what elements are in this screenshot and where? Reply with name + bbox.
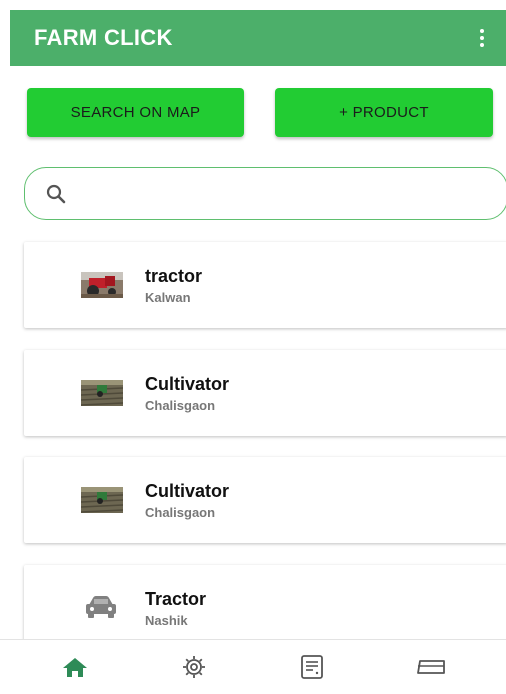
nav-tickets[interactable] (411, 647, 451, 687)
item-location: Chalisgaon (145, 398, 216, 413)
search-on-map-button[interactable]: SEARCH ON MAP (27, 88, 244, 137)
item-location: Kalwan (145, 290, 191, 305)
nav-notes[interactable] (292, 647, 332, 687)
item-location: Chalisgaon (145, 505, 216, 520)
notes-icon (301, 655, 324, 679)
search-bar[interactable] (24, 167, 506, 220)
tractor-photo (81, 272, 123, 298)
ticket-icon (416, 660, 445, 674)
car-icon (83, 593, 119, 621)
list-item[interactable]: tractor Kalwan (24, 242, 506, 328)
gear-icon (182, 656, 205, 678)
list-item[interactable]: Cultivator Chalisgaon (24, 457, 506, 543)
item-title: tractor (145, 266, 203, 286)
app-bar: FARM CLICK (10, 10, 506, 66)
app-title: FARM CLICK (34, 25, 173, 50)
add-product-button[interactable]: + PRODUCT (275, 88, 493, 137)
more-options-icon[interactable] (472, 25, 492, 51)
item-title: Tractor (145, 589, 207, 609)
search-input[interactable] (81, 168, 506, 219)
nav-settings[interactable] (174, 647, 214, 687)
bottom-navigation (0, 639, 506, 694)
nav-home[interactable] (55, 647, 95, 687)
item-title: Cultivator (145, 481, 230, 501)
item-location: Nashik (145, 613, 188, 628)
field-photo (81, 487, 123, 513)
list-item[interactable]: Cultivator Chalisgaon (24, 350, 506, 436)
item-title: Cultivator (145, 374, 230, 394)
home-icon (63, 658, 88, 677)
field-photo (81, 380, 123, 406)
search-icon (46, 184, 66, 203)
